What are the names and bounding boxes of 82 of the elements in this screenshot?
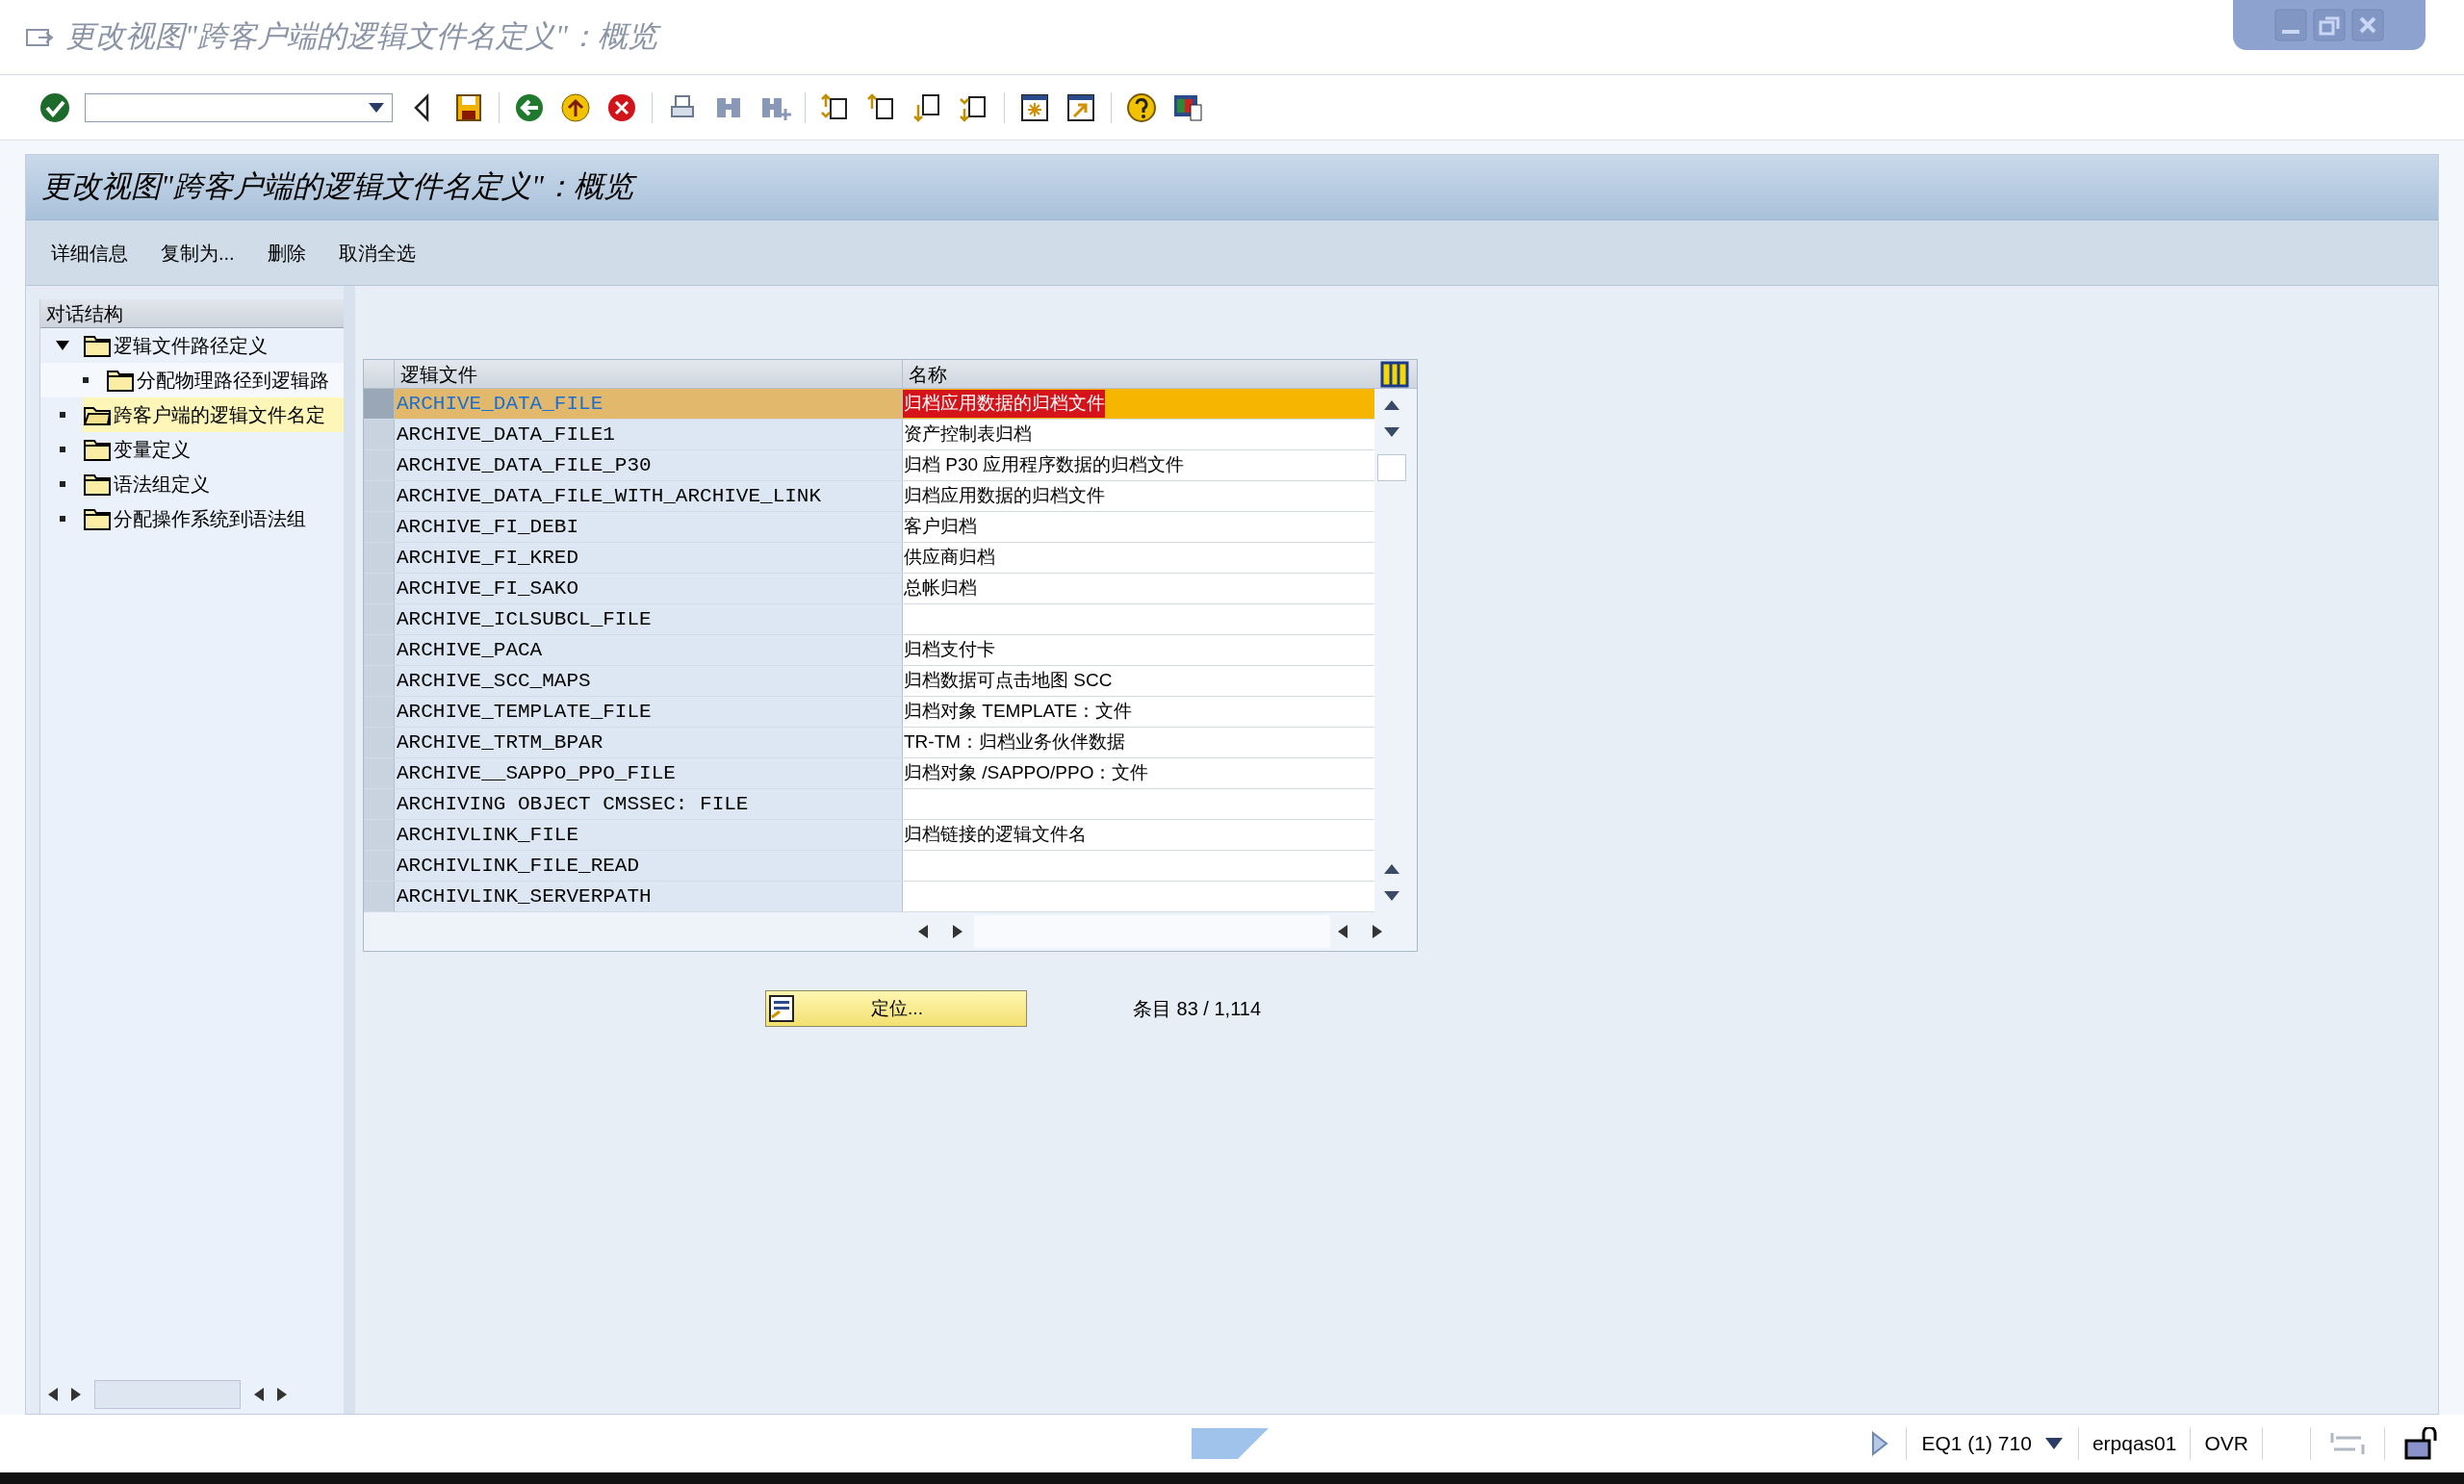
table-cell: 归档对象 TEMPLATE：文件	[903, 697, 1374, 727]
scroll-right-icon[interactable]	[277, 1388, 287, 1401]
dropdown-icon[interactable]	[2044, 1438, 2063, 1449]
padlock-icon[interactable]	[2404, 1427, 2439, 1460]
command-field[interactable]	[85, 92, 393, 122]
table-cell: ARCHIVE_ICLSUBCL_FILE	[395, 604, 903, 634]
table-cell: ARCHIVLINK_FILE	[395, 820, 903, 850]
scroll-left-icon[interactable]	[918, 925, 928, 938]
table-cell: 归档数据可点击地图 SCC	[903, 666, 1374, 696]
table-cell: 归档支付卡	[903, 635, 1374, 665]
table-cell: 归档链接的逻辑文件名	[903, 820, 1374, 850]
table-cell: ARCHIVLINK_FILE_READ	[395, 851, 903, 881]
table-cell: 资产控制表归档	[903, 420, 1374, 449]
table-cell: 归档应用数据的归档文件	[903, 389, 1374, 419]
table-cell: ARCHIVE__SAPPO_PPO_FILE	[395, 758, 903, 788]
scroll-thumb[interactable]	[1377, 454, 1406, 481]
table-cell: ARCHIVE_FI_SAKO	[395, 574, 903, 603]
dropdown-icon	[369, 102, 384, 113]
table-cell: ARCHIVE_SCC_MAPS	[395, 666, 903, 696]
scroll-up-icon[interactable]	[1384, 864, 1399, 874]
table-cell: ARCHIVE_DATA_FILE_P30	[395, 450, 903, 480]
scroll-down-icon[interactable]	[1384, 427, 1399, 437]
bullet-icon	[60, 447, 65, 452]
folder-icon	[106, 368, 135, 393]
table-cell: TR-TM：归档业务伙伴数据	[903, 728, 1374, 757]
table-cell: ARCHIVE_DATA_FILE_WITH_ARCHIVE_LINK	[395, 481, 903, 511]
table-cell: ARCHIVE_FI_KRED	[395, 543, 903, 573]
folder-icon	[83, 472, 112, 497]
table-cell: 归档应用数据的归档文件	[903, 481, 1374, 511]
table-cell: 总帐归档	[903, 574, 1374, 603]
folder-icon	[83, 437, 112, 462]
column-settings-icon[interactable]	[1378, 360, 1411, 389]
bullet-icon	[60, 516, 65, 522]
bullet-icon	[60, 412, 65, 418]
table-cell: ARCHIVE_DATA_FILE1	[395, 420, 903, 449]
status-triangle-icon[interactable]	[1870, 1431, 1888, 1456]
table-cell: ARCHIVLINK_SERVERPATH	[395, 882, 903, 911]
table-cell: ARCHIVING OBJECT CMSSEC: FILE	[395, 789, 903, 819]
menu-button[interactable]: 取消全选	[334, 238, 420, 268]
table-cell: ARCHIVE_FI_DEBI	[395, 512, 903, 542]
column-header[interactable]: 名称	[903, 360, 1374, 388]
column-header[interactable]: 逻辑文件	[395, 360, 903, 388]
table-cell: 归档 P30 应用程序数据的归档文件	[903, 450, 1374, 480]
insert-mode: OVR	[2190, 1427, 2262, 1460]
tree-node[interactable]: 变量定义	[83, 432, 210, 467]
tree-node[interactable]: 逻辑文件路径定义	[83, 328, 287, 363]
bullet-icon	[60, 481, 65, 487]
tree-header: 对话结构	[40, 299, 344, 328]
table-cell: ARCHIVE_TRTM_BPAR	[395, 728, 903, 757]
scroll-thumb[interactable]	[94, 1380, 241, 1409]
scroll-right-icon[interactable]	[953, 925, 962, 938]
table-cell: 客户归档	[903, 512, 1374, 542]
folder-icon	[83, 333, 112, 358]
entry-count: 条目 83 / 1,114	[1133, 997, 1262, 1021]
bullet-icon	[83, 377, 89, 383]
table-cell: ARCHIVE_DATA_FILE	[395, 389, 903, 419]
exit-icon[interactable]	[559, 90, 592, 124]
help-icon[interactable]	[1125, 90, 1158, 124]
scroll-left-icon[interactable]	[254, 1388, 264, 1401]
table-cell: ARCHIVE_TEMPLATE_FILE	[395, 697, 903, 727]
tree-node[interactable]: 语法组定义	[83, 467, 229, 501]
tree-node[interactable]: 跨客户端的逻辑文件名定	[83, 397, 344, 432]
scroll-right-icon[interactable]	[71, 1388, 81, 1401]
server-name: erpqas01	[2077, 1427, 2191, 1460]
table-cell: 归档对象 /SAPPO/PPO：文件	[903, 758, 1374, 788]
scroll-up-icon[interactable]	[1384, 400, 1399, 410]
menu-button[interactable]: 删除	[263, 238, 310, 268]
folder-icon	[83, 506, 112, 531]
tree-node[interactable]: 分配操作系统到语法组	[83, 501, 325, 536]
enter-check-icon[interactable]	[38, 90, 71, 124]
position-button[interactable]: 定位...	[765, 990, 1027, 1027]
table-cell: 供应商归档	[903, 543, 1374, 573]
table-cell: ARCHIVE_PACA	[395, 635, 903, 665]
menu-button[interactable]: 复制为...	[157, 238, 239, 268]
scroll-right-icon[interactable]	[1373, 925, 1382, 938]
menu-button[interactable]: 详细信息	[47, 238, 132, 268]
scroll-left-icon[interactable]	[48, 1388, 58, 1401]
collapse-triangle-icon[interactable]	[56, 339, 69, 352]
scroll-left-icon[interactable]	[1338, 925, 1348, 938]
position-icon	[768, 994, 797, 1023]
system-info: EQ1 (1) 710	[1921, 1431, 2032, 1457]
scroll-down-icon[interactable]	[1384, 891, 1399, 901]
